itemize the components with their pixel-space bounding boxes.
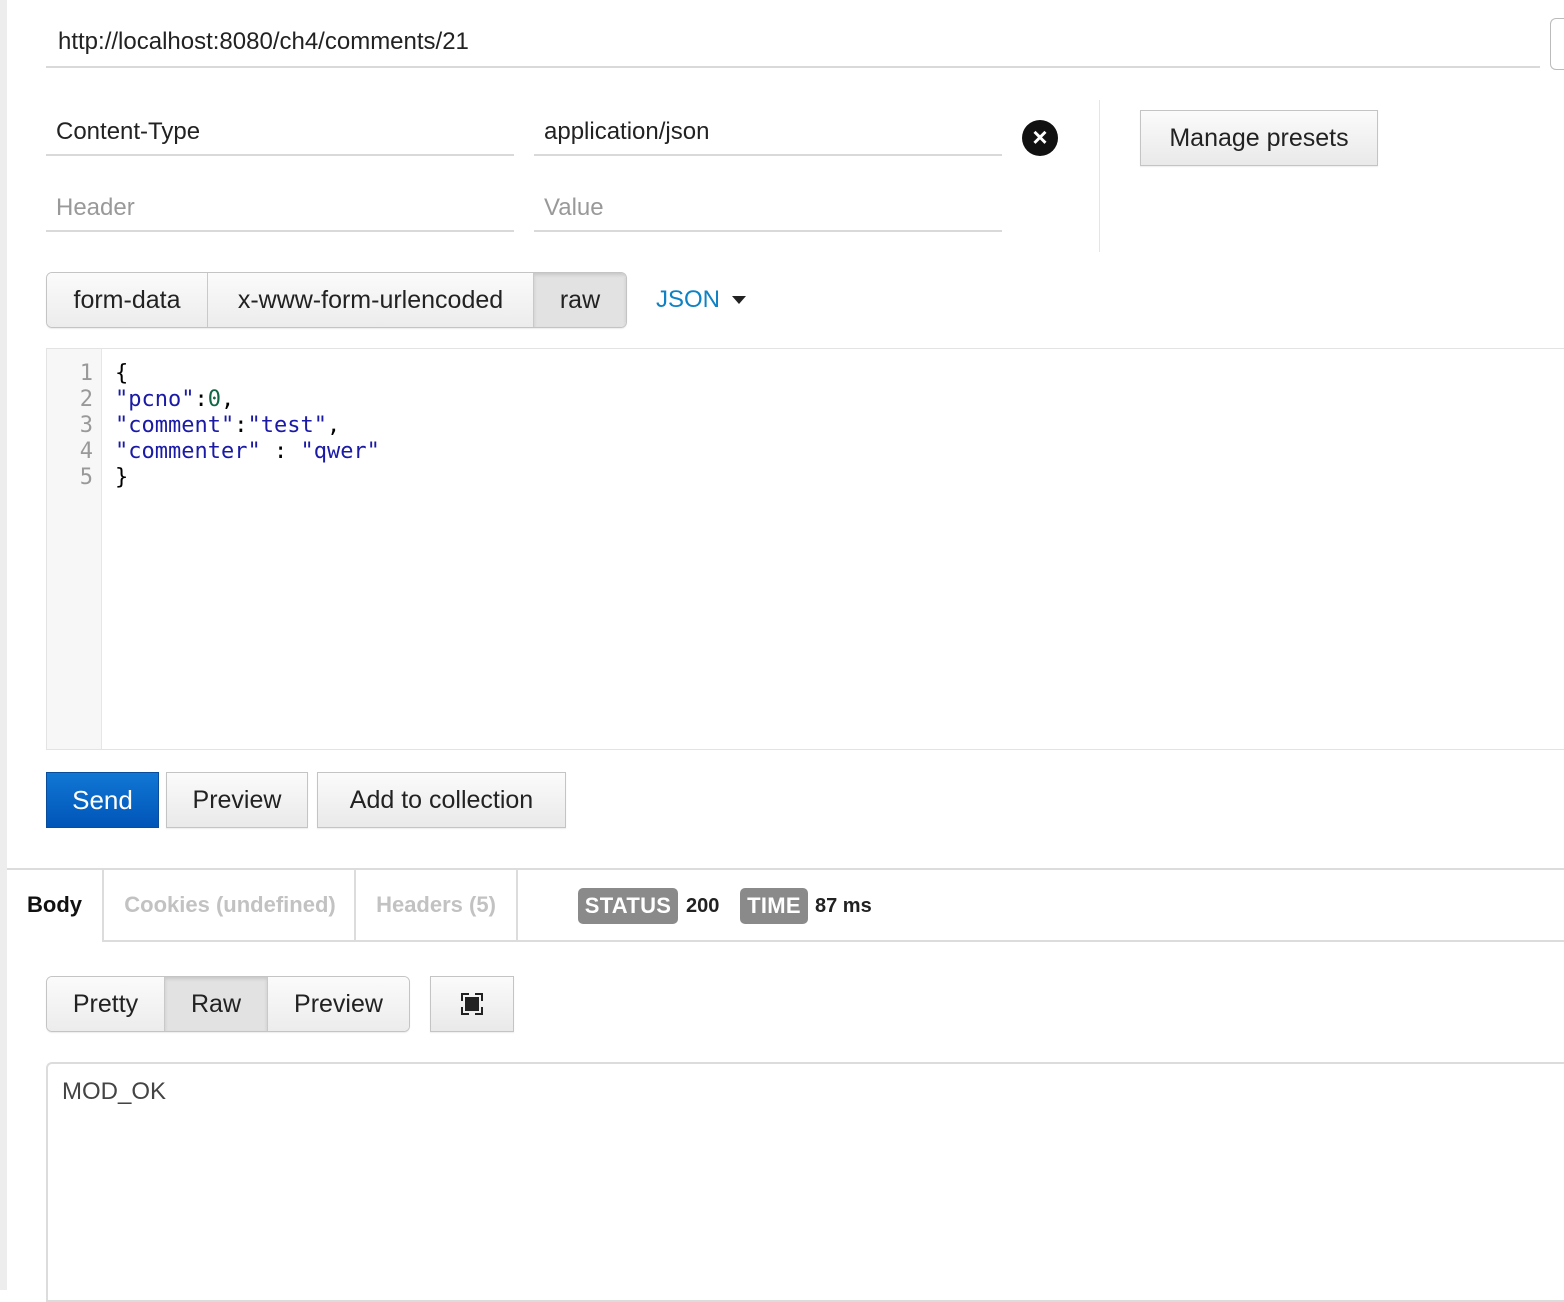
view-preview[interactable]: Preview [268,977,409,1031]
line-number: 2 [79,387,93,412]
tab-body[interactable]: Body [7,870,102,940]
fullscreen-icon [461,993,483,1015]
body-mode-raw[interactable]: raw [534,273,626,327]
remove-header-icon[interactable]: × [1022,120,1058,156]
tab-cookies[interactable]: Cookies (undefined) [102,870,356,940]
status-badge: STATUS [578,888,678,924]
code-line: "commenter" : "qwer" [115,439,380,464]
tab-headers[interactable]: Headers (5) [354,870,518,940]
new-header-key-input[interactable] [46,186,514,232]
response-tabs-underline [102,940,1564,942]
response-body-text: MOD_OK [62,1078,167,1105]
url-method-dropdown-edge[interactable] [1550,18,1564,70]
line-number: 4 [79,439,93,464]
line-number: 5 [79,465,93,490]
raw-format-label: JSON [656,286,721,313]
caret-down-icon [732,296,747,304]
response-body: MOD_OK [46,1062,1564,1302]
status-value: 200 [686,894,720,917]
time-value: 87 ms [815,894,872,917]
line-number: 1 [79,361,93,386]
fullscreen-button[interactable] [430,976,514,1032]
header-value-input[interactable] [534,110,1002,156]
body-mode-urlencoded[interactable]: x-www-form-urlencoded [208,273,534,327]
manage-presets-button[interactable]: Manage presets [1140,110,1378,166]
header-key-input[interactable] [46,110,514,156]
header-divider [1099,100,1100,252]
response-view-selector: Pretty Raw Preview [46,976,410,1032]
raw-format-dropdown[interactable]: JSON [656,282,747,318]
editor-gutter: 1 2 3 4 5 [47,349,102,749]
code-line: "comment":"test", [115,413,341,438]
left-rail [0,0,7,1290]
send-button[interactable]: Send [46,772,159,828]
code-line: "pcno":0, [115,387,235,412]
request-body-editor[interactable]: 1 2 3 4 5 {"pcno":0, "comment":"test", "co… [46,348,1564,750]
new-header-value-input[interactable] [534,186,1002,232]
line-number: 3 [79,413,93,438]
code-line: { [115,361,129,386]
preview-button[interactable]: Preview [166,772,308,828]
body-mode-form-data[interactable]: form-data [47,273,208,327]
view-pretty[interactable]: Pretty [47,977,165,1031]
code-line: } [115,465,129,490]
url-input[interactable] [46,18,1540,68]
add-to-collection-button[interactable]: Add to collection [317,772,566,828]
time-badge: TIME [740,888,808,924]
view-raw[interactable]: Raw [165,977,268,1031]
body-mode-selector: form-data x-www-form-urlencoded raw [46,272,627,328]
